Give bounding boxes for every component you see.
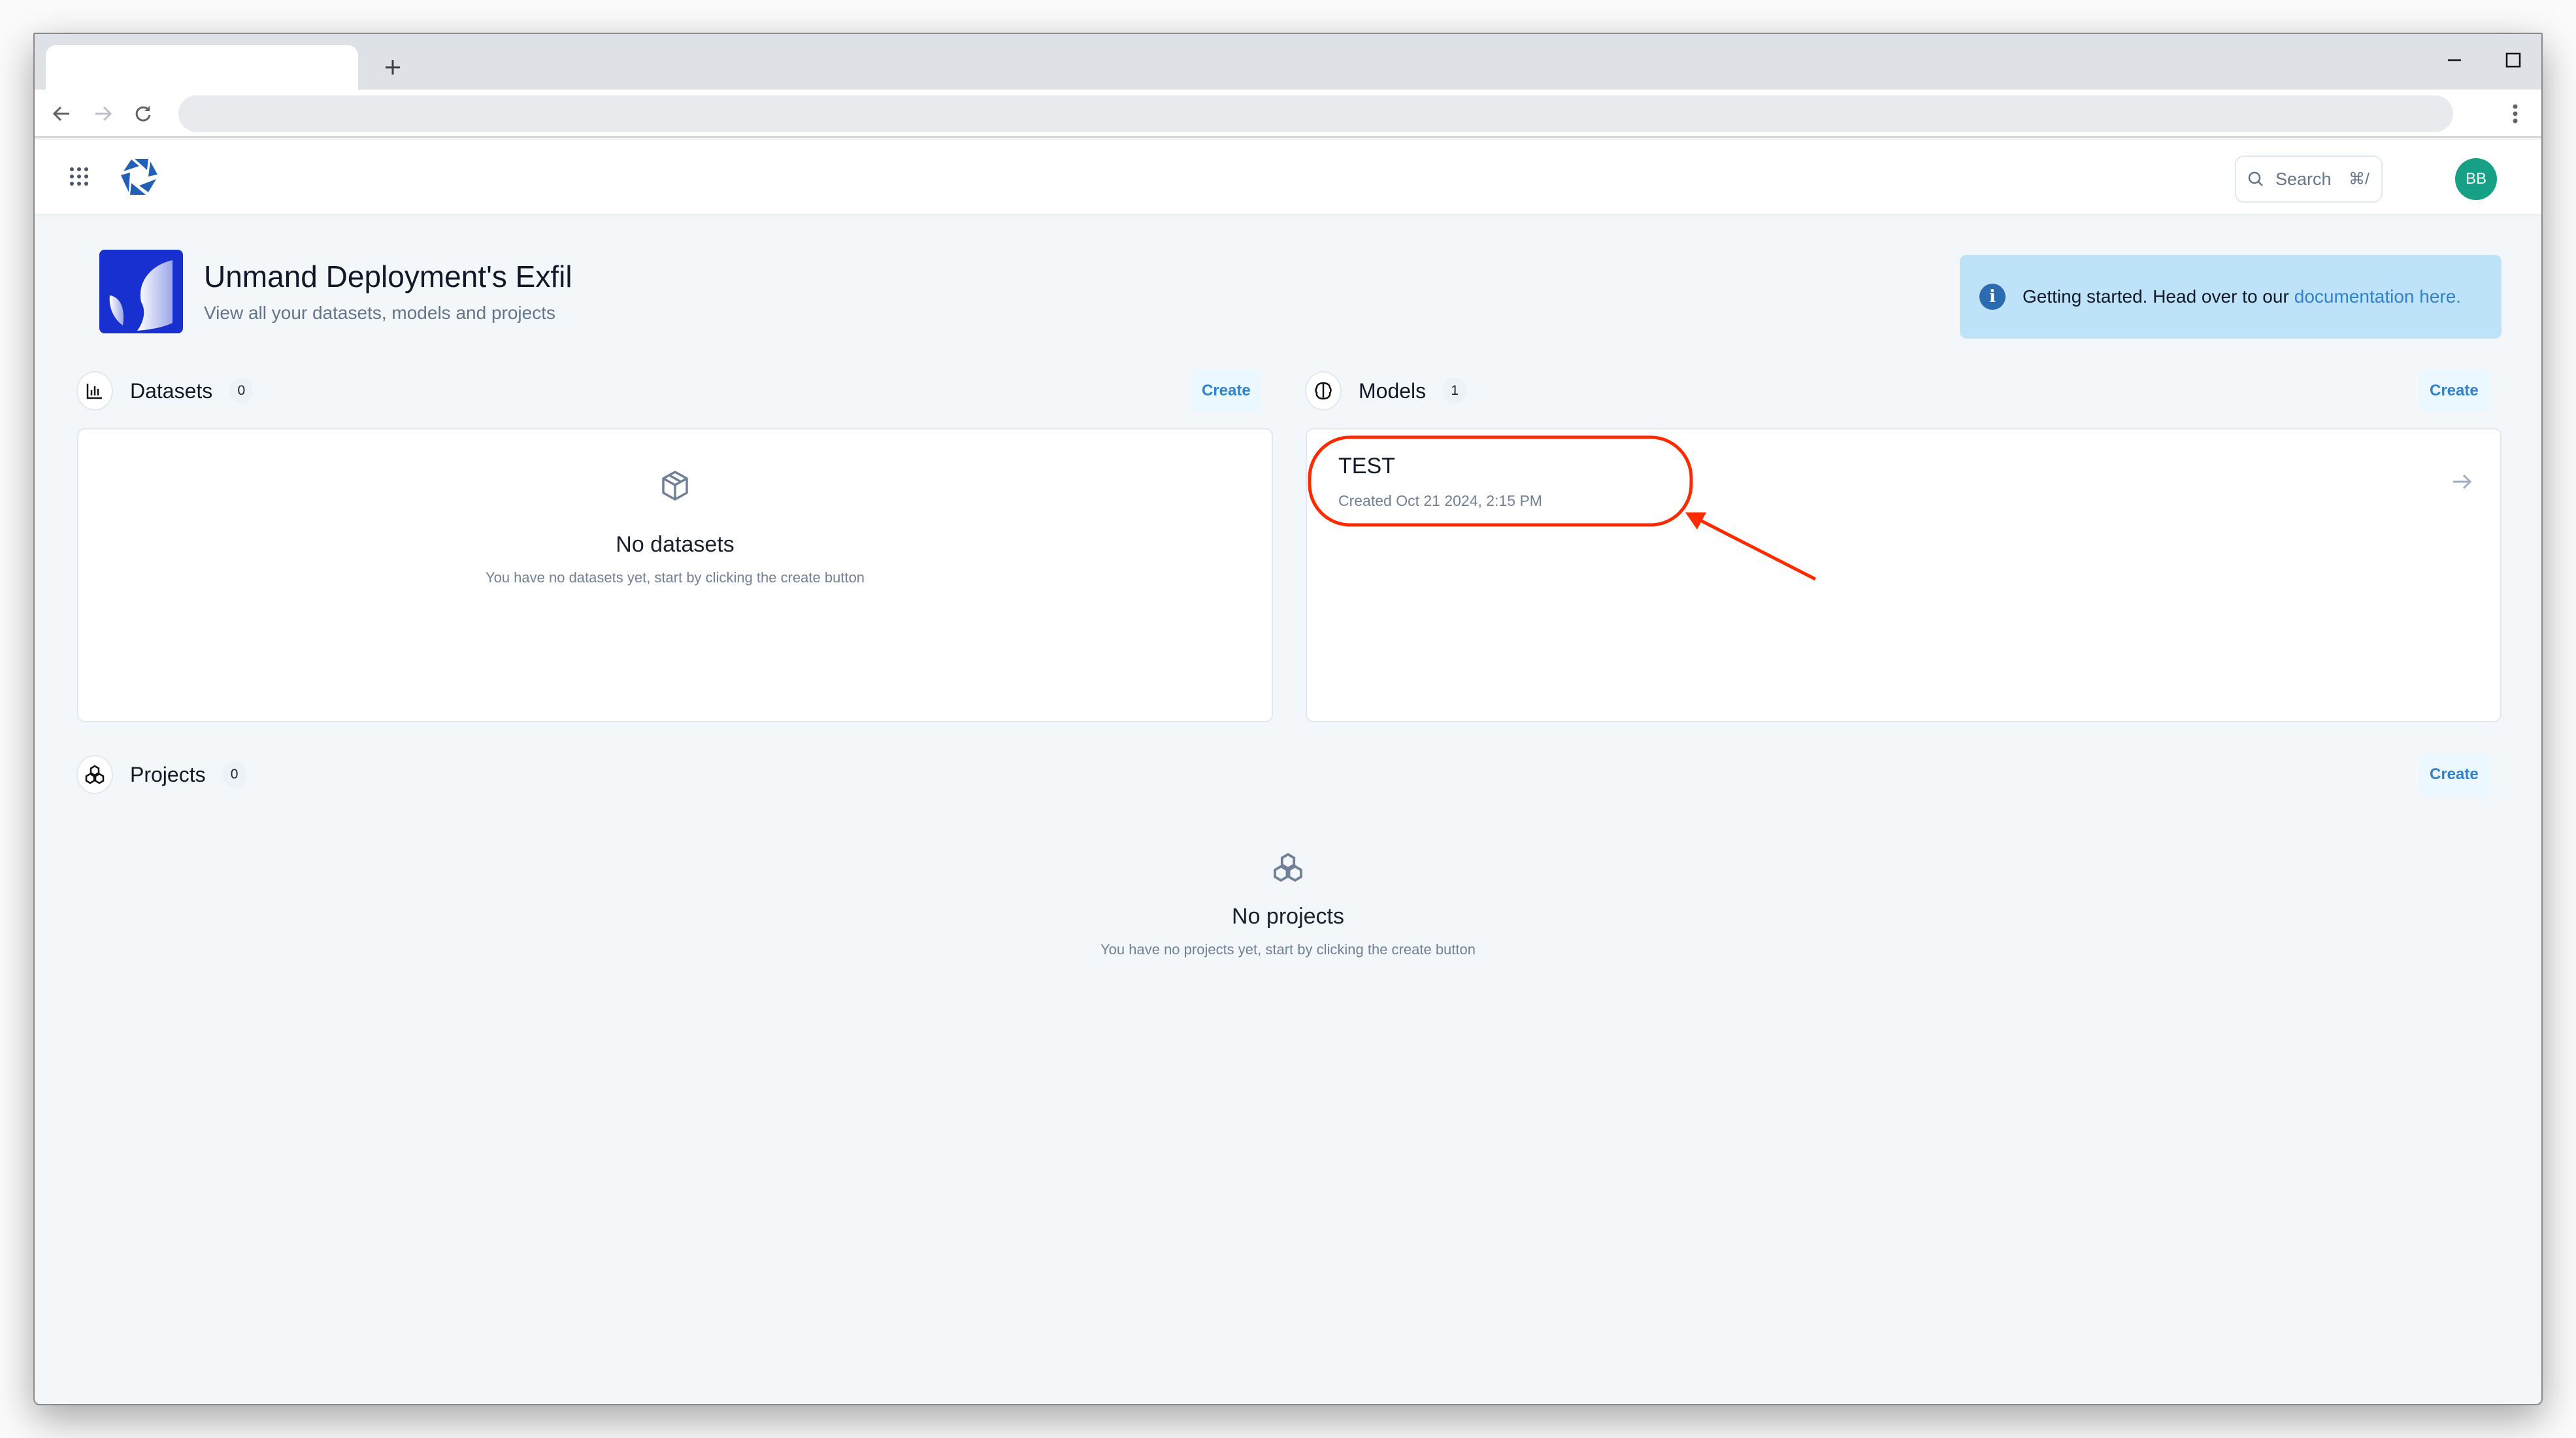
search-shortcut: ⌘/: [2349, 170, 2370, 188]
app-header: Search ⌘/ BB: [35, 140, 2541, 214]
kebab-menu-icon: [2513, 104, 2518, 124]
datasets-card: No datasets You have no datasets yet, st…: [77, 428, 1273, 722]
projects-count: 0: [222, 761, 246, 788]
workspace-logo-icon: [109, 260, 173, 331]
projects-section-icon: [76, 755, 113, 794]
create-dataset-button[interactable]: Create: [1191, 370, 1261, 412]
models-count: 1: [1443, 378, 1467, 404]
datasets-empty-state: No datasets You have no datasets yet, st…: [78, 470, 1272, 586]
reload-button[interactable]: [127, 97, 159, 130]
workspace-logo: [99, 250, 183, 333]
forward-button[interactable]: [87, 97, 120, 130]
maximize-icon: [2505, 52, 2521, 68]
minimize-button[interactable]: [2435, 42, 2474, 78]
back-button[interactable]: [45, 97, 78, 130]
tab-strip: [35, 34, 2541, 90]
models-card: TEST Created Oct 21 2024, 2:15 PM: [1306, 428, 2502, 722]
cubes-icon: [1274, 852, 1302, 882]
create-model-button[interactable]: Create: [2419, 370, 2489, 412]
back-arrow-icon: [52, 106, 69, 122]
browser-toolbar: [35, 90, 2541, 138]
create-project-button[interactable]: Create: [2419, 754, 2489, 795]
apps-menu-button[interactable]: [64, 161, 94, 192]
datasets-count: 0: [229, 378, 254, 404]
datasets-section-icon: [76, 371, 113, 410]
projects-empty-title: No projects: [1232, 904, 1344, 929]
search-input[interactable]: Search ⌘/: [2235, 156, 2383, 203]
plus-icon: [386, 60, 400, 75]
datasets-label: Datasets: [130, 378, 213, 403]
model-created-date: Created Oct 21 2024, 2:15 PM: [1338, 492, 1542, 509]
projects-section-header: Projects 0: [76, 755, 246, 794]
search-icon: [2248, 171, 2263, 186]
search-label: Search: [2275, 169, 2332, 189]
user-avatar[interactable]: BB: [2455, 158, 2497, 200]
model-list-item[interactable]: TEST Created Oct 21 2024, 2:15 PM: [1307, 429, 2500, 534]
browser-menu-button[interactable]: [2502, 97, 2528, 130]
address-bar[interactable]: [178, 95, 2453, 132]
brain-icon: [1315, 382, 1332, 400]
reload-icon: [135, 106, 151, 122]
banner-text: Getting started. Head over to our: [2023, 286, 2289, 307]
forward-arrow-icon: [95, 106, 112, 122]
projects-empty-subtitle: You have no projects yet, start by click…: [1100, 941, 1476, 958]
projects-empty-state: No projects You have no projects yet, st…: [35, 852, 2541, 958]
box-icon: [662, 471, 688, 501]
projects-label: Projects: [130, 762, 206, 786]
model-name: TEST: [1338, 454, 1395, 478]
datasets-empty-title: No datasets: [616, 532, 735, 557]
models-label: Models: [1359, 378, 1427, 403]
info-icon: i: [1979, 284, 2006, 310]
models-section-header: Models 1: [1305, 371, 1467, 410]
getting-started-banner: i Getting started. Head over to our docu…: [1960, 255, 2502, 339]
minimize-icon: [2448, 59, 2461, 61]
arrow-right-icon[interactable]: [2449, 469, 2475, 495]
maximize-button[interactable]: [2494, 42, 2533, 78]
grid-dots-icon: [70, 167, 88, 186]
aperture-logo-icon: [121, 159, 157, 195]
datasets-empty-subtitle: You have no datasets yet, start by click…: [485, 569, 865, 586]
page-title: Unmand Deployment's Exfil: [204, 259, 572, 293]
browser-window: Search ⌘/ BB Unmand Deployment's Exfil V…: [33, 33, 2543, 1405]
bar-chart-icon: [86, 384, 102, 399]
page-subtitle: View all your datasets, models and proje…: [204, 303, 555, 323]
browser-tab-active[interactable]: [46, 45, 358, 90]
new-tab-button[interactable]: [378, 52, 408, 82]
cubes-icon: [85, 765, 105, 784]
models-section-icon: [1305, 371, 1342, 410]
datasets-section-header: Datasets 0: [76, 371, 254, 410]
documentation-link[interactable]: documentation here.: [2294, 286, 2461, 307]
brand-logo[interactable]: [120, 158, 160, 196]
